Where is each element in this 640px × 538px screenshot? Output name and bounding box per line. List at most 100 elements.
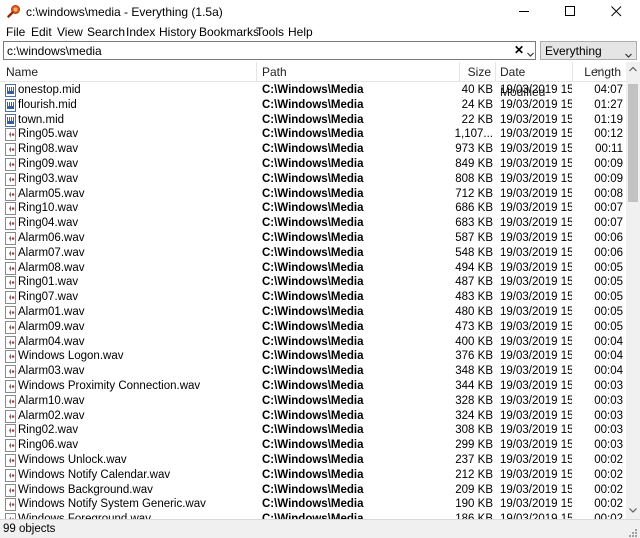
menu-bookmarks[interactable]: Bookmarks (199, 25, 259, 39)
file-date-modified: 19/03/2019 15:13 (500, 365, 572, 378)
title-bar[interactable]: c:\windows\media - Everything (1.5a) (0, 0, 640, 23)
resize-grip-icon[interactable] (627, 526, 637, 537)
menu-search[interactable]: Search (87, 25, 125, 39)
file-size: 186 KB (440, 512, 493, 519)
file-row[interactable]: Alarm09.wav C:\Windows\Media 473 KB 19/03/2… (0, 320, 626, 335)
file-length: 00:04 (594, 350, 623, 363)
file-row[interactable]: Alarm06.wav C:\Windows\Media 587 KB 19/03/2… (0, 231, 626, 246)
file-path: C:\Windows\Media (262, 320, 364, 333)
menu-edit[interactable]: Edit (31, 25, 52, 39)
file-row[interactable]: Windows Background.wav C:\Windows\Media 20… (0, 483, 626, 498)
column-header-path[interactable]: Path (257, 62, 460, 82)
file-date-modified: 19/03/2019 15:13 (500, 424, 572, 437)
file-row[interactable]: Ring06.wav C:\Windows\Media 299 KB 19/03/20… (0, 438, 626, 453)
file-date-modified: 19/03/2019 15:13 (500, 498, 572, 511)
file-row[interactable]: Ring08.wav C:\Windows\Media 973 KB 19/03/20… (0, 142, 626, 157)
column-header-size[interactable]: Size (460, 62, 496, 82)
file-row[interactable]: flourish.mid C:\Windows\Media 24 KB 19/03/2… (0, 98, 626, 113)
menu-index[interactable]: Index (126, 25, 155, 39)
file-size: 209 KB (455, 483, 493, 496)
column-header-name-label: Name (6, 65, 39, 79)
file-size: 973 KB (455, 143, 493, 156)
menu-history[interactable]: History (159, 25, 196, 39)
file-length: 00:03 (594, 424, 623, 437)
file-path: C:\Windows\Media (262, 468, 364, 481)
file-size: 328 KB (455, 394, 493, 407)
close-button[interactable] (594, 0, 640, 23)
scroll-down-arrow-icon[interactable] (626, 503, 640, 517)
wav-file-icon (5, 291, 16, 305)
file-row[interactable]: Ring09.wav C:\Windows\Media 849 KB 19/03/20… (0, 157, 626, 172)
file-row[interactable]: Alarm05.wav C:\Windows\Media 712 KB 19/03/2… (0, 187, 626, 202)
file-date-modified: 19/03/2019 15:13 (500, 468, 572, 481)
scroll-up-arrow-icon[interactable] (626, 62, 640, 76)
column-header-date[interactable]: Date Modified (496, 62, 573, 99)
file-row[interactable]: Ring04.wav C:\Windows\Media 683 KB 19/03/20… (0, 216, 626, 231)
file-row[interactable]: Alarm07.wav C:\Windows\Media 548 KB 19/03/2… (0, 246, 626, 261)
minimize-button[interactable] (502, 0, 548, 23)
everything-magnifier-icon (7, 4, 21, 18)
file-size: 473 KB (455, 320, 493, 333)
file-date-modified: 19/03/2019 15:13 (500, 380, 572, 392)
menu-file[interactable]: File (6, 25, 25, 39)
file-row[interactable]: Ring02.wav C:\Windows\Media 308 KB 19/03/20… (0, 423, 626, 438)
file-name: Ring02.wav (18, 424, 79, 437)
file-name: Ring03.wav (18, 172, 79, 185)
file-size: 40 KB (461, 84, 493, 96)
file-row[interactable]: Ring10.wav C:\Windows\Media 686 KB 19/03/20… (0, 201, 626, 216)
filter-select[interactable]: Everything (540, 41, 637, 60)
menu-bar: File Edit View Search Index History Book… (0, 23, 640, 41)
file-size: 299 KB (455, 439, 493, 452)
file-date-modified: 19/03/2019 15:13 (500, 261, 572, 274)
wav-file-icon (5, 468, 16, 482)
file-row[interactable]: Ring05.wav C:\Windows\Media 1,107... 19/03/… (0, 127, 626, 142)
scrollbar-thumb[interactable] (628, 84, 638, 202)
file-name: Ring09.wav (18, 158, 79, 170)
file-row[interactable]: Alarm10.wav C:\Windows\Media 328 KB 19/03/2… (0, 394, 626, 409)
file-size: 686 KB (455, 202, 493, 215)
menu-help[interactable]: Help (288, 25, 313, 39)
file-length: 00:05 (594, 320, 623, 333)
maximize-button[interactable] (548, 0, 594, 23)
file-row[interactable]: Windows Foreground.wav C:\Windows\Media18… (0, 512, 626, 519)
file-row[interactable]: Alarm01.wav C:\Windows\Media 480 KB 19/03/2… (0, 305, 626, 320)
file-length: 00:03 (594, 380, 623, 392)
wav-file-icon (5, 409, 16, 423)
file-row[interactable]: Alarm02.wav C:\Windows\Media 324 KB 19/03/2… (0, 409, 626, 424)
file-row[interactable]: onestop.mid C:\Windows\Media 40 KB 19/03/20… (0, 83, 626, 98)
file-row[interactable]: Ring03.wav C:\Windows\Media 808 KB 19/03/20… (0, 172, 626, 187)
wav-file-icon (5, 350, 16, 364)
file-row[interactable]: town.mid C:\Windows\Media 22 KB 19/03/2019 … (0, 113, 626, 128)
file-row[interactable]: Ring01.wav C:\Windows\Media 487 KB 19/03/20… (0, 275, 626, 290)
wav-file-icon (5, 128, 16, 142)
wav-file-icon (5, 306, 16, 319)
file-row[interactable]: Windows Logon.wav C:\Windows\Media 376 KB 1… (0, 349, 626, 364)
chevron-down-icon[interactable] (527, 47, 534, 57)
filter-value: Everything (545, 44, 602, 58)
vertical-scrollbar[interactable] (626, 62, 640, 519)
file-size: 190 KB (455, 498, 493, 511)
file-list[interactable]: onestop.mid C:\Windows\Media 40 KB 19/03/20… (0, 83, 626, 519)
file-row[interactable]: Windows Notify System Generic.wav C:\Wind… (0, 497, 626, 512)
column-header-name[interactable]: Name (0, 62, 257, 82)
file-name: Windows Logon.wav (18, 350, 124, 363)
column-header-size-label: Size (467, 65, 491, 79)
file-date-modified: 19/03/2019 15:13 (500, 439, 572, 452)
file-row[interactable]: Windows Notify Calendar.wav C:\Windows\Me… (0, 468, 626, 483)
file-row[interactable]: Ring07.wav C:\Windows\Media 483 KB 19/03/20… (0, 290, 626, 305)
search-input[interactable] (3, 41, 536, 60)
file-path: C:\Windows\Media (262, 483, 364, 496)
menu-view[interactable]: View (57, 25, 83, 39)
file-row[interactable]: Windows Unlock.wav C:\Windows\Media 237 KB… (0, 453, 626, 468)
file-row[interactable]: Alarm04.wav C:\Windows\Media 400 KB 19/03/2… (0, 335, 626, 350)
file-row[interactable]: Alarm08.wav C:\Windows\Media 494 KB 19/03/2… (0, 261, 626, 276)
file-row[interactable]: Alarm03.wav C:\Windows\Media 348 KB 19/03/2… (0, 364, 626, 379)
clear-search-icon[interactable]: ✕ (514, 44, 524, 56)
file-date-modified: 19/03/2019 15:13 (500, 113, 572, 126)
file-length: 00:11 (595, 143, 623, 156)
menu-tools[interactable]: Tools (256, 25, 284, 39)
file-name: Ring05.wav (18, 128, 79, 141)
file-date-modified: 19/03/2019 15:13 (500, 394, 572, 407)
wav-file-icon (5, 261, 16, 275)
file-row[interactable]: Windows Proximity Connection.wav C:\Windo… (0, 379, 626, 394)
